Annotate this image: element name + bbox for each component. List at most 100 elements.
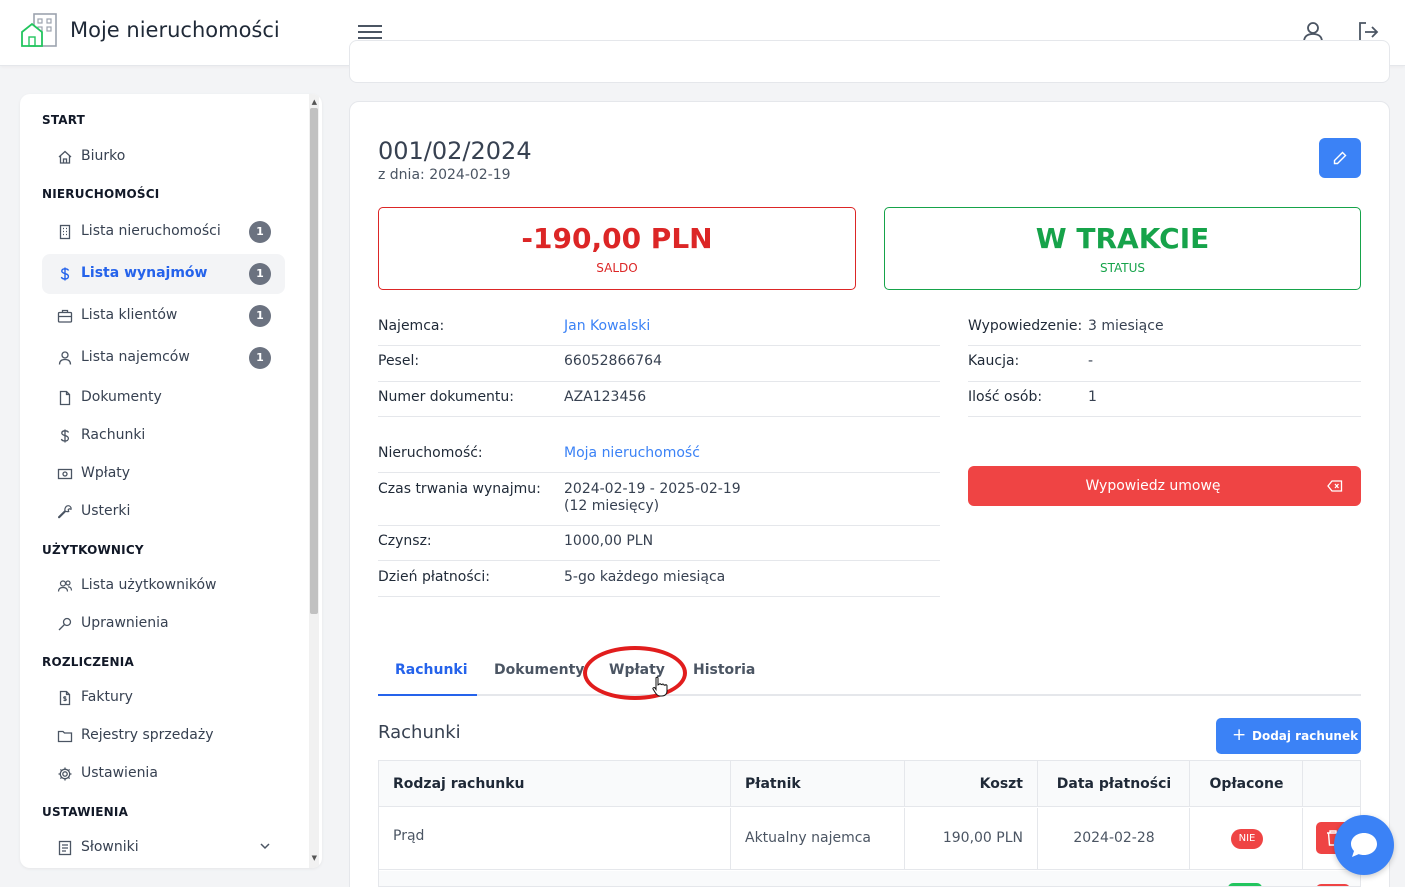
sidebar-item-ustawienia[interactable]: Ustawienia	[42, 754, 285, 794]
section-title-start: START	[42, 113, 86, 127]
gear-icon	[58, 767, 72, 781]
scroll-down-arrow-icon[interactable]: ▼	[312, 854, 317, 862]
hand-cursor-icon	[652, 676, 668, 697]
detail-row-pesel: Pesel: 66052866764	[378, 353, 940, 382]
sidebar-item-slowniki[interactable]: Słowniki	[42, 828, 285, 868]
highlight-circle	[583, 646, 687, 700]
dollar-icon	[60, 267, 70, 281]
table-cell: NIE	[1190, 808, 1303, 870]
add-bill-button[interactable]: + Dodaj rachunek	[1216, 718, 1361, 754]
plus-icon: +	[1232, 725, 1247, 745]
detail-value: 1000,00 PLN	[564, 533, 654, 549]
detail-row-kaucja: Kaucja: -	[968, 353, 1361, 382]
column-header[interactable]: Opłacone	[1190, 761, 1303, 807]
sidebar-item-label: Słowniki	[81, 839, 139, 855]
terminate-button-label: Wypowiedz umowę	[1085, 478, 1221, 494]
detail-key: Czynsz:	[378, 533, 432, 549]
sidebar-item-lista-wynajmow[interactable]: Lista wynajmów 1	[42, 254, 285, 294]
detail-row-wypowiedzenie: Wypowiedzenie: 3 miesiące	[968, 318, 1361, 346]
sidebar-item-lista-najemcow[interactable]: Lista najemców 1	[42, 338, 285, 378]
table-row	[379, 871, 1360, 886]
backspace-icon	[1327, 480, 1343, 492]
table-cell: 190,00 PLN	[905, 808, 1038, 870]
sidebar-item-label: Usterki	[81, 503, 131, 519]
sidebar-item-faktury[interactable]: Faktury	[42, 678, 285, 718]
building-icon	[59, 224, 71, 240]
paid-status-badge[interactable]	[1228, 883, 1262, 886]
detail-row-czynsz: Czynsz: 1000,00 PLN	[378, 533, 940, 561]
sidebar-item-rachunki[interactable]: Rachunki	[42, 416, 285, 456]
detail-key: Numer dokumentu:	[378, 389, 515, 405]
saldo-box: -190,00 PLN SALDO	[378, 207, 856, 290]
pencil-icon	[1333, 151, 1347, 165]
filter-card	[349, 40, 1390, 83]
app-title[interactable]: Moje nieruchomości	[70, 18, 280, 42]
detail-row-numer-dokumentu: Numer dokumentu: AZA123456	[378, 389, 940, 417]
sidebar-item-label: Lista wynajmów	[81, 265, 208, 281]
document-icon	[59, 390, 71, 406]
sidebar-item-uprawnienia[interactable]: Uprawnienia	[42, 604, 285, 644]
sidebar-item-rejestry-sprzedazy[interactable]: Rejestry sprzedaży	[42, 716, 285, 756]
detail-row-ilosc-osob: Ilość osób: 1	[968, 389, 1361, 417]
tabs-bar: Rachunki Dokumenty Wpłaty Historia	[378, 650, 1361, 696]
folder-icon	[57, 730, 73, 743]
sidebar-item-label: Biurko	[81, 148, 126, 164]
active-tab-indicator	[378, 694, 477, 696]
scroll-up-arrow-icon[interactable]: ▲	[312, 98, 317, 106]
rental-number: 001/02/2024	[378, 137, 532, 165]
edit-button[interactable]	[1319, 138, 1361, 178]
sidebar: ▲ ▼ START Biurko NIERUCHOMOŚCI Lista nie…	[20, 94, 322, 868]
section-title-uzytkownicy: UŻYTKOWNICY	[42, 543, 144, 557]
sidebar-item-label: Lista najemców	[81, 349, 190, 365]
sidebar-item-biurko[interactable]: Biurko	[42, 137, 285, 177]
sidebar-item-label: Rachunki	[81, 427, 146, 443]
status-label: STATUS	[1099, 261, 1146, 275]
chat-icon	[1351, 833, 1377, 857]
saldo-value: -190,00 PLN	[521, 222, 713, 255]
sidebar-item-label: Wpłaty	[81, 465, 131, 481]
count-badge: 1	[249, 347, 271, 369]
dollar-icon	[60, 429, 70, 443]
sidebar-item-label: Lista użytkowników	[81, 577, 217, 593]
sidebar-item-dokumenty[interactable]: Dokumenty	[42, 378, 285, 418]
tab-rachunki[interactable]: Rachunki	[395, 662, 468, 678]
sidebar-item-lista-nieruchomosci[interactable]: Lista nieruchomości 1	[42, 212, 285, 252]
detail-key: Pesel:	[378, 353, 420, 369]
tab-dokumenty[interactable]: Dokumenty	[494, 662, 584, 678]
sidebar-item-lista-uzytkownikow[interactable]: Lista użytkowników	[42, 566, 285, 606]
sidebar-item-label: Faktury	[81, 689, 133, 705]
column-header[interactable]: Koszt	[905, 761, 1038, 807]
sidebar-item-label: Lista klientów	[81, 307, 178, 323]
sidebar-scroll-thumb[interactable]	[310, 108, 318, 614]
paid-status-badge[interactable]: NIE	[1231, 829, 1263, 849]
hamburger-menu-icon[interactable]	[358, 22, 382, 42]
tenant-link[interactable]: Jan Kowalski	[564, 318, 650, 335]
column-header[interactable]: Rodzaj rachunku	[379, 761, 731, 807]
bills-section-title: Rachunki	[378, 722, 461, 743]
sidebar-item-usterki[interactable]: Usterki	[42, 492, 285, 532]
detail-value: AZA123456	[564, 389, 647, 405]
column-header-actions	[1303, 761, 1360, 807]
column-header[interactable]: Data płatności	[1038, 761, 1190, 807]
detail-value: -	[1088, 353, 1094, 369]
chevron-down-icon[interactable]	[259, 840, 271, 852]
terminate-contract-button[interactable]: Wypowiedz umowę	[968, 466, 1361, 506]
book-icon	[58, 840, 72, 856]
sidebar-item-lista-klientow[interactable]: Lista klientów 1	[42, 296, 285, 336]
rental-date: z dnia: 2024-02-19	[378, 167, 511, 183]
building-house-icon[interactable]	[20, 12, 58, 48]
detail-value: 66052866764	[564, 353, 662, 369]
detail-key: Czas trwania wynajmu:	[378, 481, 541, 497]
column-header[interactable]: Płatnik	[731, 761, 905, 807]
detail-key: Najemca:	[378, 318, 445, 334]
sidebar-item-label: Ustawienia	[81, 765, 158, 781]
detail-value: 3 miesiące	[1088, 318, 1164, 334]
property-link[interactable]: Moja nieruchomość	[564, 445, 700, 462]
bills-table: Rodzaj rachunku Płatnik Koszt Data płatn…	[378, 760, 1361, 887]
sidebar-item-wplaty[interactable]: Wpłaty	[42, 454, 285, 494]
briefcase-icon	[57, 309, 73, 323]
chat-widget-button[interactable]	[1334, 815, 1394, 875]
detail-key: Kaucja:	[968, 353, 1020, 369]
home-icon	[58, 150, 72, 164]
tab-historia[interactable]: Historia	[693, 662, 755, 678]
